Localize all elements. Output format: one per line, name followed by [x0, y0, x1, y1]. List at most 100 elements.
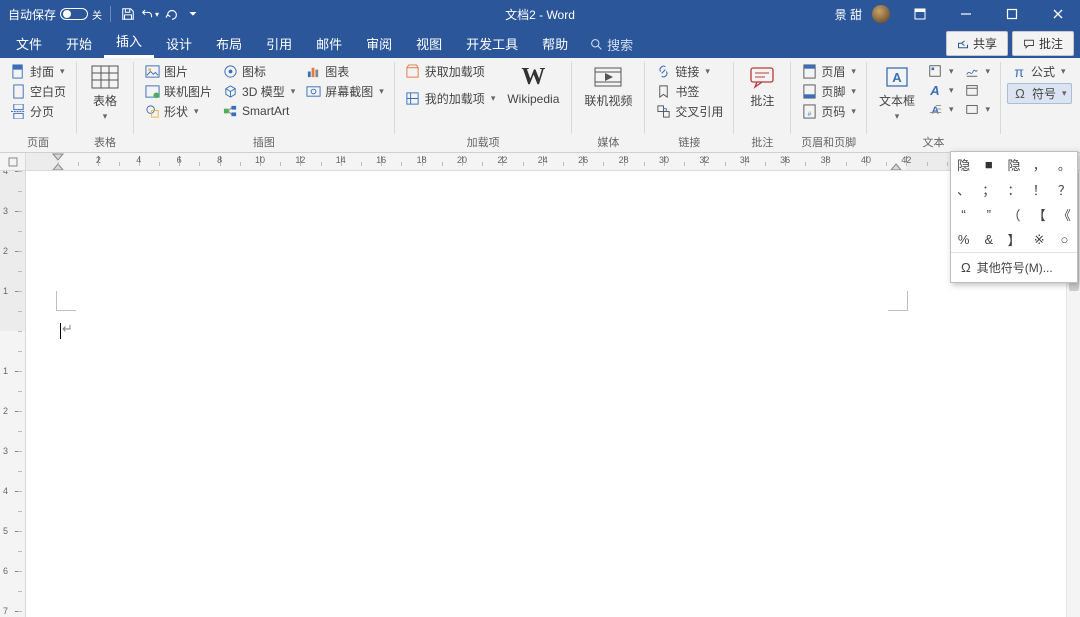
blank-page-icon — [10, 84, 26, 100]
symbol-cell[interactable]: 、 — [951, 177, 976, 202]
picture-button[interactable]: 图片 — [140, 62, 216, 81]
textbox-button[interactable]: A 文本框▾ — [873, 62, 921, 124]
group-media: 联机视频 媒体 — [572, 58, 644, 152]
group-pages: 封面▾ 空白页 分页 页面 — [0, 58, 76, 152]
symbol-cell[interactable]: ※ — [1027, 227, 1052, 252]
symbol-cell[interactable]: ” — [976, 202, 1001, 227]
tab-references[interactable]: 引用 — [254, 28, 304, 58]
footer-button[interactable]: 页脚▾ — [797, 82, 860, 101]
tab-review[interactable]: 审阅 — [354, 28, 404, 58]
quick-access: 自动保存 关 ▾ ⏷ — [0, 5, 197, 23]
qat-customize[interactable]: ⏷ — [189, 9, 197, 20]
symbol-cell[interactable]: ？ — [1052, 177, 1077, 202]
symbol-button[interactable]: Ω符号▾ — [1007, 83, 1072, 104]
tab-dev[interactable]: 开发工具 — [454, 28, 530, 58]
online-video-button[interactable]: 联机视频 — [578, 62, 638, 111]
omega-icon: Ω — [1012, 86, 1028, 102]
symbol-cell[interactable]: 隐 — [951, 152, 976, 177]
group-media-label: 媒体 — [578, 133, 638, 152]
save-icon[interactable] — [119, 5, 137, 23]
symbol-cell[interactable]: ， — [1027, 152, 1052, 177]
pagenum-button[interactable]: #页码▾ — [797, 102, 860, 121]
ruler-horizontal[interactable]: 24681012141618202224262830323436384042 — [0, 153, 1080, 171]
cover-page-button[interactable]: 封面▾ — [6, 62, 70, 81]
symbol-cell[interactable]: ： — [1001, 177, 1026, 202]
symbol-cell[interactable]: （ — [1001, 202, 1026, 227]
more-symbols-button[interactable]: Ω 其他符号(M)... — [951, 252, 1077, 282]
quickparts-icon — [927, 63, 943, 79]
tab-layout[interactable]: 布局 — [204, 28, 254, 58]
dropcap-button[interactable]: A▾ — [923, 100, 958, 118]
undo-icon[interactable]: ▾ — [141, 5, 159, 23]
comment-icon — [1023, 38, 1035, 50]
group-addins: 获取加载项 我的加载项▾ W Wikipedia 加载项 — [395, 58, 572, 152]
tab-design[interactable]: 设计 — [154, 28, 204, 58]
bookmark-icon — [655, 84, 671, 100]
equation-button[interactable]: π公式▾ — [1007, 62, 1072, 81]
tab-home[interactable]: 开始 — [54, 28, 104, 58]
signature-button[interactable]: ▾ — [960, 62, 995, 80]
object-button[interactable]: ▾ — [960, 100, 995, 118]
symbol-dropdown: 隐■隐，。、；：！？“”（【《%&】※○ Ω 其他符号(M)... — [950, 151, 1078, 283]
screenshot-button[interactable]: 屏幕截图▾ — [301, 82, 388, 101]
hyperlink-button[interactable]: 链接▾ — [651, 62, 727, 81]
symbol-grid: 隐■隐，。、；：！？“”（【《%&】※○ — [951, 152, 1077, 252]
online-picture-button[interactable]: 联机图片 — [140, 82, 216, 101]
quickparts-button[interactable]: ▾ — [923, 62, 958, 80]
get-addins-button[interactable]: 获取加载项 — [401, 62, 500, 81]
right-indent-marker[interactable] — [890, 163, 902, 170]
tab-help[interactable]: 帮助 — [530, 28, 580, 58]
avatar-icon[interactable] — [872, 5, 890, 23]
tab-file[interactable]: 文件 — [4, 28, 54, 58]
ruler-corner[interactable] — [0, 153, 26, 170]
search-box[interactable]: 搜索 — [580, 31, 643, 58]
icons-button[interactable]: 图标 — [218, 62, 299, 81]
symbol-cell[interactable]: 【 — [1027, 202, 1052, 227]
comments-button[interactable]: 批注 — [1012, 31, 1074, 56]
symbol-cell[interactable]: ○ — [1052, 227, 1077, 252]
datetime-button[interactable] — [960, 81, 995, 99]
first-line-indent-marker[interactable] — [52, 153, 64, 161]
bookmark-button[interactable]: 书签 — [651, 82, 727, 101]
symbol-cell[interactable]: “ — [951, 202, 976, 227]
tab-insert[interactable]: 插入 — [104, 25, 154, 58]
screenshot-icon — [305, 84, 321, 100]
symbol-cell[interactable]: 】 — [1001, 227, 1026, 252]
table-button[interactable]: 表格 ▾ — [83, 62, 127, 124]
maximize-icon[interactable] — [990, 0, 1034, 28]
page-break-button[interactable]: 分页 — [6, 102, 70, 121]
username[interactable]: 景 甜 — [835, 6, 862, 23]
crossref-button[interactable]: 交叉引用 — [651, 102, 727, 121]
symbol-cell[interactable]: ； — [976, 177, 1001, 202]
window-controls: 景 甜 — [835, 0, 1080, 28]
header-button[interactable]: 页眉▾ — [797, 62, 860, 81]
share-button[interactable]: 共享 — [946, 31, 1008, 56]
ribbon-display-icon[interactable] — [898, 0, 942, 28]
wordart-button[interactable]: A▾ — [923, 81, 958, 99]
my-addins-button[interactable]: 我的加载项▾ — [401, 89, 500, 108]
redo-icon[interactable] — [163, 5, 181, 23]
tab-view[interactable]: 视图 — [404, 28, 454, 58]
symbol-cell[interactable]: ■ — [976, 152, 1001, 177]
symbol-cell[interactable]: ！ — [1027, 177, 1052, 202]
group-hf-label: 页眉和页脚 — [797, 133, 860, 152]
symbol-cell[interactable]: % — [951, 227, 976, 252]
symbol-cell[interactable]: 《 — [1052, 202, 1077, 227]
comment-button[interactable]: 批注 — [740, 62, 784, 111]
symbol-cell[interactable]: 隐 — [1001, 152, 1026, 177]
minimize-icon[interactable] — [944, 0, 988, 28]
3d-model-button[interactable]: 3D 模型▾ — [218, 82, 299, 101]
online-picture-icon — [144, 84, 160, 100]
autosave-toggle[interactable]: 自动保存 关 — [8, 6, 102, 23]
document-area[interactable]: ↵ — [26, 171, 1066, 617]
shapes-button[interactable]: 形状▾ — [140, 102, 216, 121]
ruler-vertical[interactable]: 1234123456789101112 — [0, 171, 26, 617]
symbol-cell[interactable]: & — [976, 227, 1001, 252]
close-icon[interactable] — [1036, 0, 1080, 28]
chart-button[interactable]: 图表 — [301, 62, 388, 81]
symbol-cell[interactable]: 。 — [1052, 152, 1077, 177]
tab-mailings[interactable]: 邮件 — [304, 28, 354, 58]
blank-page-button[interactable]: 空白页 — [6, 82, 70, 101]
smartart-button[interactable]: SmartArt — [218, 102, 299, 120]
wikipedia-button[interactable]: W Wikipedia — [501, 62, 565, 108]
